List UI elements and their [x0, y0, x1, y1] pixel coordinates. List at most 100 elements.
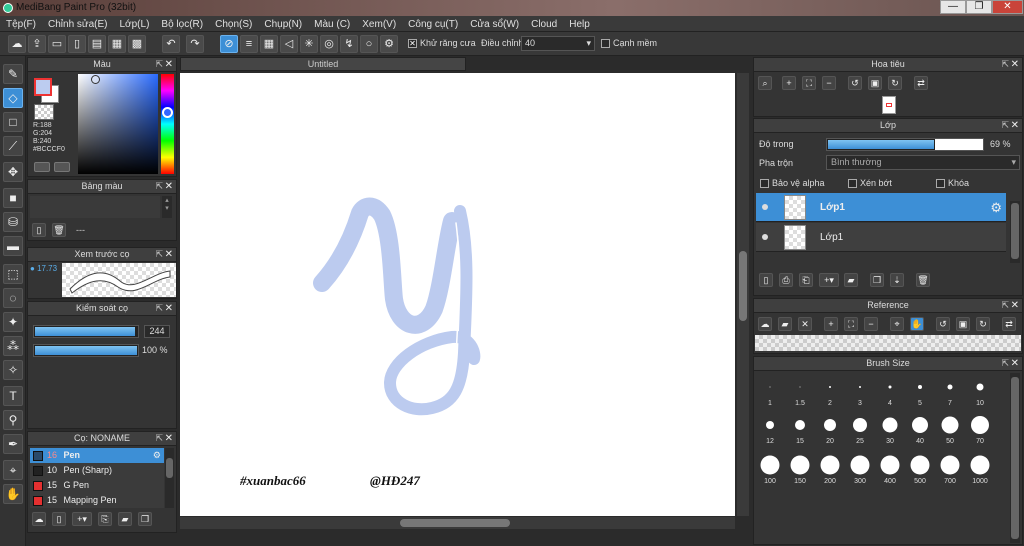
- antialias-checkbox[interactable]: ✕ Khử răng cưa: [408, 38, 476, 49]
- trash-icon[interactable]: 🗑: [916, 273, 930, 287]
- menu-window[interactable]: Cửa sổ(W): [464, 16, 525, 32]
- gear-icon[interactable]: ⚙: [153, 448, 161, 463]
- zoom-in-icon[interactable]: +: [782, 76, 796, 90]
- menu-edit[interactable]: Chỉnh sửa(E): [42, 16, 114, 32]
- parallel-snap-icon[interactable]: ≡: [240, 35, 258, 53]
- close-icon[interactable]: ✕: [1011, 119, 1019, 132]
- menu-view[interactable]: Xem(V): [356, 16, 402, 32]
- add-palette-icon[interactable]: ▯: [32, 223, 46, 237]
- zoom-out-icon[interactable]: −: [822, 76, 836, 90]
- brush-size-value[interactable]: 244: [144, 325, 170, 338]
- close-icon[interactable]: ✕: [165, 58, 173, 71]
- zoom-out-icon[interactable]: −: [864, 317, 878, 331]
- add-brush-icon[interactable]: +▾: [72, 512, 92, 526]
- document-tab[interactable]: Untitled: [180, 57, 466, 71]
- vertical-scrollbar[interactable]: [737, 73, 749, 516]
- close-icon[interactable]: ✕: [165, 302, 173, 315]
- hue-handle[interactable]: [162, 107, 173, 118]
- brush-size-option[interactable]: 4: [876, 373, 904, 409]
- bucket-tool-icon[interactable]: ⛁: [3, 212, 23, 232]
- layer-row[interactable]: Lớp1: [756, 223, 1006, 252]
- brush-size-option[interactable]: 25: [846, 411, 874, 447]
- adjust-dropdown[interactable]: 40 ▾: [521, 36, 595, 51]
- cloud-icon[interactable]: ☁: [758, 317, 772, 331]
- brush-size-option[interactable]: 15: [786, 411, 814, 447]
- close-icon[interactable]: ✕: [165, 432, 173, 445]
- horizontal-scrollbar[interactable]: [180, 517, 735, 529]
- popout-icon[interactable]: ⇱: [155, 302, 163, 315]
- visibility-icon[interactable]: [762, 234, 768, 240]
- brush-size-option[interactable]: 20: [816, 411, 844, 447]
- saturation-value-picker[interactable]: [78, 74, 158, 174]
- menu-tools[interactable]: Công cụ(T): [402, 16, 464, 32]
- popout-icon[interactable]: ⇱: [1001, 299, 1009, 312]
- new-8bit-layer-icon[interactable]: ⎗: [799, 273, 813, 287]
- brush-item-pen-sharp[interactable]: 10 Pen (Sharp): [30, 463, 164, 478]
- menu-file[interactable]: Tệp(F): [0, 16, 42, 32]
- duplicate-icon[interactable]: ❐: [138, 512, 152, 526]
- clipping-checkbox[interactable]: Xén bớt: [848, 178, 892, 189]
- brush-item-mapping-pen[interactable]: 15 Mapping Pen: [30, 493, 164, 508]
- cloud-download-icon[interactable]: ☁: [32, 512, 46, 526]
- horizontal-scroll-thumb[interactable]: [400, 519, 510, 527]
- brush-size-option[interactable]: 500: [906, 451, 934, 487]
- close-icon[interactable]: ✕: [1011, 357, 1019, 370]
- visibility-icon[interactable]: [762, 204, 768, 210]
- document-icon[interactable]: ▤: [88, 35, 106, 53]
- comment-icon[interactable]: ▭: [48, 35, 66, 53]
- layer-opacity-slider[interactable]: [826, 138, 984, 151]
- layer-scrollbar[interactable]: [1010, 201, 1020, 263]
- brush-tool-icon[interactable]: ✎: [3, 64, 23, 84]
- eyedropper-icon[interactable]: ⌖: [890, 317, 904, 331]
- brush-size-option[interactable]: 1.5: [786, 373, 814, 409]
- brush-size-scrollbar[interactable]: [1010, 373, 1020, 543]
- add-layer-menu-icon[interactable]: +▾: [819, 273, 839, 287]
- new-halftone-layer-icon[interactable]: ⎙: [779, 273, 793, 287]
- flip-icon[interactable]: ⇄: [1002, 317, 1016, 331]
- scroll-thumb[interactable]: [166, 458, 173, 478]
- select-rect-icon[interactable]: ⬚: [3, 264, 23, 284]
- merge-icon[interactable]: ⇣: [890, 273, 904, 287]
- transparent-swatch[interactable]: [34, 104, 54, 120]
- close-icon[interactable]: ✕: [1011, 299, 1019, 312]
- snap-off-icon[interactable]: ⊘: [220, 35, 238, 53]
- layer-row-selected[interactable]: Lớp1 ⚙: [756, 193, 1006, 222]
- brush-size-slider[interactable]: [33, 325, 139, 338]
- gradient-tool-icon[interactable]: ▬: [3, 236, 23, 256]
- popout-icon[interactable]: ⇱: [1001, 357, 1009, 370]
- reset-icon[interactable]: ▣: [956, 317, 970, 331]
- zoom-in-icon[interactable]: +: [824, 317, 838, 331]
- brush-size-option[interactable]: 70: [966, 411, 994, 447]
- hand-tool-icon[interactable]: ✋: [3, 484, 23, 504]
- reference-image-area[interactable]: [755, 335, 1021, 351]
- rotate-right-icon[interactable]: ↻: [976, 317, 990, 331]
- zoom-icon[interactable]: ⌕: [758, 76, 772, 90]
- brush-size-option[interactable]: 100: [756, 451, 784, 487]
- cross-snap-icon[interactable]: ▦: [260, 35, 278, 53]
- navigator-thumbnail[interactable]: [882, 96, 896, 114]
- menu-filter[interactable]: Bộ lọc(R): [155, 16, 209, 32]
- settings-gear-icon[interactable]: ⚙: [380, 35, 398, 53]
- menu-color[interactable]: Màu (C): [308, 16, 356, 32]
- close-icon[interactable]: ✕: [165, 248, 173, 261]
- brush-item-g-pen[interactable]: 15 G Pen: [30, 478, 164, 493]
- open-folder-icon[interactable]: ▰: [778, 317, 792, 331]
- select-eraser-icon[interactable]: ✧: [3, 360, 23, 380]
- rotate-right-icon[interactable]: ↻: [888, 76, 902, 90]
- color-mode-button[interactable]: [34, 162, 50, 172]
- folder-icon[interactable]: ▰: [118, 512, 132, 526]
- menu-snap[interactable]: Chụp(N): [258, 16, 308, 32]
- magic-wand-icon[interactable]: ✦: [3, 312, 23, 332]
- brush-size-option[interactable]: 7: [936, 373, 964, 409]
- brush-size-option[interactable]: 12: [756, 411, 784, 447]
- close-reference-icon[interactable]: ✕: [798, 317, 812, 331]
- blend-mode-dropdown[interactable]: Bình thường ▾: [826, 155, 1020, 170]
- brush-size-option[interactable]: 150: [786, 451, 814, 487]
- select-pen-icon[interactable]: ⁂: [3, 336, 23, 356]
- curve-snap-icon[interactable]: ↯: [340, 35, 358, 53]
- duplicate-icon[interactable]: ❐: [870, 273, 884, 287]
- brush-size-option[interactable]: 300: [846, 451, 874, 487]
- close-button[interactable]: ✕: [992, 0, 1023, 14]
- menu-help[interactable]: Help: [563, 16, 596, 32]
- move-tool-icon[interactable]: ✥: [3, 162, 23, 182]
